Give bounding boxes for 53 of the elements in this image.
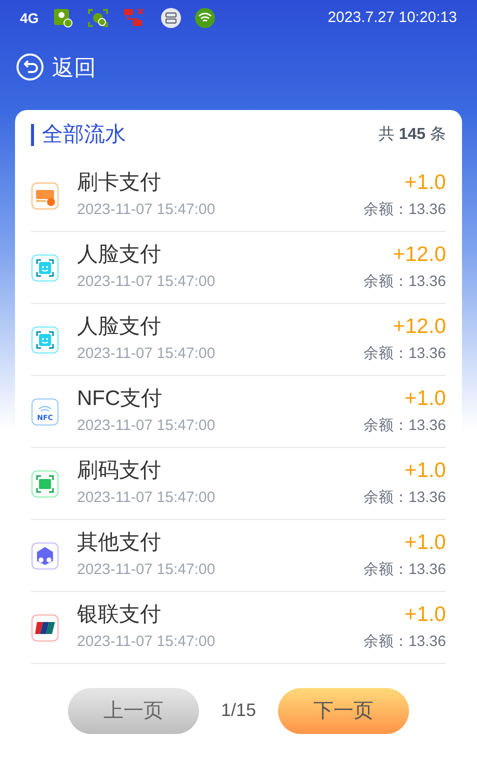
record-count: 共 145 条: [378, 124, 446, 145]
record-time: 2023-11-07 15:47:00: [77, 200, 216, 220]
amount: +1.0: [404, 602, 446, 628]
payment-type: 其他支付: [77, 530, 162, 556]
balance: 余额：13.36: [363, 632, 446, 652]
balance: 余额：13.36: [363, 488, 446, 508]
record-time: 2023-11-07 15:47:00: [77, 488, 216, 508]
face-check-icon: [86, 8, 109, 28]
record-time: 2023-11-07 15:47:00: [77, 272, 216, 292]
payment-type: 银联支付: [77, 602, 162, 628]
card-title: 全部流水: [42, 122, 126, 148]
balance: 余额：13.36: [363, 200, 446, 220]
record-row[interactable]: 人脸支付 2023-11-07 15:47:00 +12.0 余额：13.36: [31, 304, 446, 376]
payment-type: 刷码支付: [77, 458, 162, 484]
bank-logo-icon: [31, 614, 59, 642]
record-row[interactable]: 刷卡支付 2023-11-07 15:47:00 +1.0 余额：13.36: [31, 160, 446, 232]
balance: 余额：13.36: [363, 560, 446, 580]
record-time: 2023-11-07 15:47:00: [77, 560, 216, 580]
balance: 余额：13.36: [363, 272, 446, 292]
payment-type: 刷卡支付: [77, 170, 162, 196]
record-row[interactable]: 刷码支付 2023-11-07 15:47:00 +1.0 余额：13.36: [31, 448, 446, 520]
person-check-icon: [52, 8, 73, 28]
record-time: 2023-11-07 15:47:00: [77, 416, 216, 436]
payment-type: 人脸支付: [77, 314, 162, 340]
record-time: 2023-11-07 15:47:00: [77, 632, 216, 652]
page-indicator: 1/15: [220, 699, 256, 722]
amount: +12.0: [392, 314, 446, 340]
payment-type: NFC支付: [77, 386, 164, 412]
record-row[interactable]: 人脸支付 2023-11-07 15:47:00 +12.0 余额：13.36: [31, 232, 446, 304]
record-row[interactable]: 银联支付 2023-11-07 15:47:00 +1.0 余额：13.36: [31, 592, 446, 664]
amount: +1.0: [404, 386, 446, 412]
record-row[interactable]: 其他支付 2023-11-07 15:47:00 +1.0 余额：13.36: [31, 520, 446, 592]
amount: +1.0: [404, 170, 446, 196]
wallet-icon: [31, 542, 59, 570]
network-type: 4G: [20, 8, 39, 28]
amount: +1.0: [404, 530, 446, 556]
bank-card-icon: [31, 182, 59, 210]
scan-code-icon: [31, 470, 59, 498]
status-time: 2023.7.27 10:20:13: [328, 8, 457, 28]
amount: +12.0: [392, 242, 446, 268]
balance: 余额：13.36: [363, 416, 446, 436]
amount: +1.0: [404, 458, 446, 484]
face-scan-icon: [31, 326, 59, 354]
server-icon: [160, 8, 181, 28]
title-bar-mark: [31, 124, 34, 146]
record-time: 2023-11-07 15:47:00: [77, 344, 216, 364]
next-page-button[interactable]: 下一页: [278, 688, 410, 734]
balance: 余额：13.36: [363, 344, 446, 364]
wifi-icon: [194, 8, 215, 28]
back-icon: [16, 53, 44, 81]
payment-type: 人脸支付: [77, 242, 162, 268]
back-button[interactable]: 返回: [16, 50, 96, 84]
face-scan-icon: [31, 254, 59, 282]
